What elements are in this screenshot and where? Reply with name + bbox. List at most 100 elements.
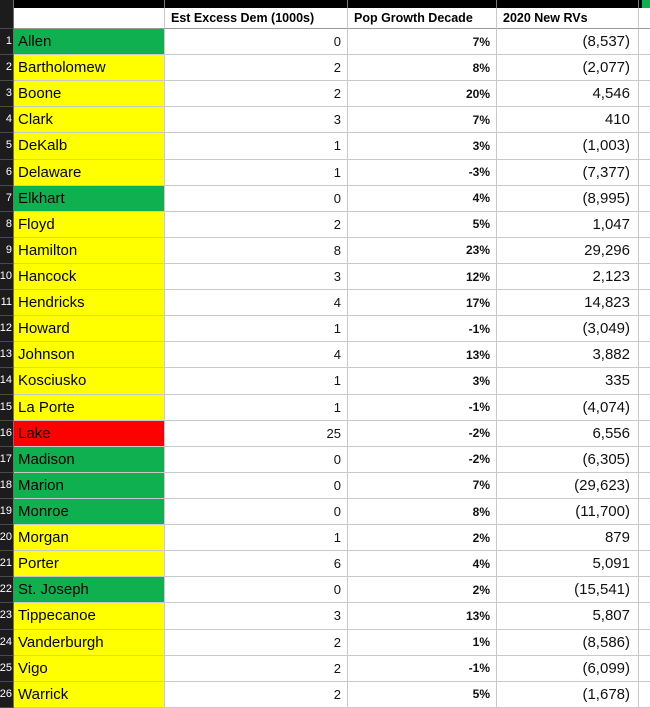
cell-est-excess-dem[interactable]: 0 <box>165 472 348 499</box>
cell-est-excess-dem[interactable]: 8 <box>165 237 348 264</box>
cell-est-excess-dem[interactable]: 1 <box>165 159 348 186</box>
table-row[interactable]: 16 Lake 25 -2% 6,556 <box>0 420 650 447</box>
cell-est-excess-dem[interactable]: 1 <box>165 525 348 552</box>
row-number[interactable]: 2 <box>0 55 14 82</box>
table-row[interactable]: 10 Hancock 3 12% 2,123 <box>0 263 650 291</box>
table-row[interactable]: 15 La Porte 1 -1% (4,074) <box>0 394 650 421</box>
cell-pop-growth-decade[interactable]: 13% <box>348 342 497 369</box>
cell-est-excess-dem[interactable]: 2 <box>165 629 348 656</box>
cell-est-excess-dem[interactable]: 0 <box>165 29 348 56</box>
cell-county-name[interactable]: St. Joseph <box>14 577 165 604</box>
cell-est-excess-dem[interactable]: 1 <box>165 394 348 421</box>
cell-county-name[interactable]: Clark <box>14 107 165 134</box>
table-row[interactable]: 12 Howard 1 -1% (3,049) <box>0 316 650 343</box>
cell-pop-growth-decade[interactable]: 2% <box>348 577 497 604</box>
cell-county-name[interactable]: Kosciusko <box>14 368 165 395</box>
column-header-pop[interactable] <box>348 0 497 8</box>
cell-county-name[interactable]: Lake <box>14 420 165 447</box>
cell-county-name[interactable]: Elkhart <box>14 185 165 212</box>
cell-pop-growth-decade[interactable]: 20% <box>348 81 497 108</box>
cell-pop-growth-decade[interactable]: -2% <box>348 420 497 447</box>
cell-est-excess-dem[interactable]: 3 <box>165 107 348 134</box>
cell-est-excess-dem[interactable]: 4 <box>165 342 348 369</box>
cell-2020-new-rvs[interactable]: (6,305) <box>497 446 639 473</box>
cell-pop-growth-decade[interactable]: -1% <box>348 655 497 682</box>
row-number[interactable]: 15 <box>0 394 14 421</box>
cell-2020-new-rvs[interactable]: 335 <box>497 368 639 395</box>
cell-est-excess-dem[interactable]: 3 <box>165 263 348 291</box>
cell-2020-new-rvs[interactable]: (11,700) <box>497 498 639 526</box>
cell-county-name[interactable]: Boone <box>14 81 165 108</box>
cell-2020-new-rvs[interactable]: (1,678) <box>497 681 639 708</box>
row-number[interactable]: 10 <box>0 263 14 291</box>
row-number[interactable]: 6 <box>0 159 14 186</box>
cell-pop-growth-decade[interactable]: -1% <box>348 316 497 343</box>
cell-county-name[interactable]: Porter <box>14 551 165 578</box>
cell-county-name[interactable]: Hamilton <box>14 237 165 264</box>
cell-county-name[interactable]: Madison <box>14 446 165 473</box>
column-header-name[interactable] <box>14 0 165 8</box>
cell-2020-new-rvs[interactable]: (2,077) <box>497 55 639 82</box>
table-row[interactable]: 22 St. Joseph 0 2% (15,541) <box>0 577 650 604</box>
table-row[interactable]: 24 Vanderburgh 2 1% (8,586) <box>0 629 650 656</box>
cell-est-excess-dem[interactable]: 1 <box>165 133 348 160</box>
cell-2020-new-rvs[interactable]: 5,091 <box>497 551 639 578</box>
cell-county-name[interactable]: Johnson <box>14 342 165 369</box>
row-number[interactable]: 4 <box>0 107 14 134</box>
table-row[interactable]: 26 Warrick 2 5% (1,678) <box>0 681 650 708</box>
cell-county-name[interactable]: Warrick <box>14 681 165 708</box>
cell-county-name[interactable]: Monroe <box>14 498 165 526</box>
cell-pop-growth-decade[interactable]: 5% <box>348 211 497 238</box>
cell-2020-new-rvs[interactable]: (29,623) <box>497 472 639 499</box>
cell-2020-new-rvs[interactable]: (6,099) <box>497 655 639 682</box>
cell-pop-growth-decade[interactable]: -2% <box>348 446 497 473</box>
column-header-edge[interactable] <box>639 0 650 8</box>
row-number[interactable]: 11 <box>0 290 14 317</box>
row-number[interactable]: 13 <box>0 342 14 369</box>
cell-est-excess-dem[interactable]: 2 <box>165 681 348 708</box>
row-number[interactable]: 18 <box>0 472 14 499</box>
cell-2020-new-rvs[interactable]: 14,823 <box>497 290 639 317</box>
cell-2020-new-rvs[interactable]: 1,047 <box>497 211 639 238</box>
column-header-rv[interactable] <box>497 0 639 8</box>
table-row[interactable]: 20 Morgan 1 2% 879 <box>0 525 650 552</box>
row-number[interactable]: 16 <box>0 420 14 447</box>
cell-pop-growth-decade[interactable]: 4% <box>348 185 497 212</box>
row-number[interactable]: 24 <box>0 629 14 656</box>
cell-pop-growth-decade[interactable]: 17% <box>348 290 497 317</box>
cell-est-excess-dem[interactable]: 4 <box>165 290 348 317</box>
cell-2020-new-rvs[interactable]: (3,049) <box>497 316 639 343</box>
row-number[interactable]: 25 <box>0 655 14 682</box>
header-cell-name[interactable] <box>14 8 165 29</box>
cell-county-name[interactable]: Vanderburgh <box>14 629 165 656</box>
row-number[interactable]: 7 <box>0 185 14 212</box>
cell-est-excess-dem[interactable]: 1 <box>165 316 348 343</box>
cell-county-name[interactable]: Morgan <box>14 525 165 552</box>
row-number[interactable]: 12 <box>0 316 14 343</box>
cell-est-excess-dem[interactable]: 6 <box>165 551 348 578</box>
cell-2020-new-rvs[interactable]: (4,074) <box>497 394 639 421</box>
cell-2020-new-rvs[interactable]: (1,003) <box>497 133 639 160</box>
table-row[interactable]: 11 Hendricks 4 17% 14,823 <box>0 290 650 317</box>
cell-2020-new-rvs[interactable]: (8,586) <box>497 629 639 656</box>
cell-pop-growth-decade[interactable]: 7% <box>348 472 497 499</box>
cell-2020-new-rvs[interactable]: 410 <box>497 107 639 134</box>
cell-est-excess-dem[interactable]: 25 <box>165 420 348 447</box>
cell-est-excess-dem[interactable]: 0 <box>165 498 348 526</box>
table-row[interactable]: 7 Elkhart 0 4% (8,995) <box>0 185 650 212</box>
cell-county-name[interactable]: Bartholomew <box>14 55 165 82</box>
cell-county-name[interactable]: Hendricks <box>14 290 165 317</box>
table-row[interactable]: 3 Boone 2 20% 4,546 <box>0 81 650 108</box>
table-row[interactable]: 25 Vigo 2 -1% (6,099) <box>0 655 650 682</box>
cell-county-name[interactable]: Vigo <box>14 655 165 682</box>
cell-pop-growth-decade[interactable]: 5% <box>348 681 497 708</box>
cell-est-excess-dem[interactable]: 2 <box>165 655 348 682</box>
cell-2020-new-rvs[interactable]: 4,546 <box>497 81 639 108</box>
table-row[interactable]: 5 DeKalb 1 3% (1,003) <box>0 133 650 160</box>
cell-county-name[interactable]: DeKalb <box>14 133 165 160</box>
table-row[interactable]: 6 Delaware 1 -3% (7,377) <box>0 159 650 186</box>
cell-pop-growth-decade[interactable]: 12% <box>348 263 497 291</box>
table-row[interactable]: 19 Monroe 0 8% (11,700) <box>0 498 650 526</box>
cell-est-excess-dem[interactable]: 3 <box>165 603 348 630</box>
cell-2020-new-rvs[interactable]: (8,537) <box>497 29 639 56</box>
